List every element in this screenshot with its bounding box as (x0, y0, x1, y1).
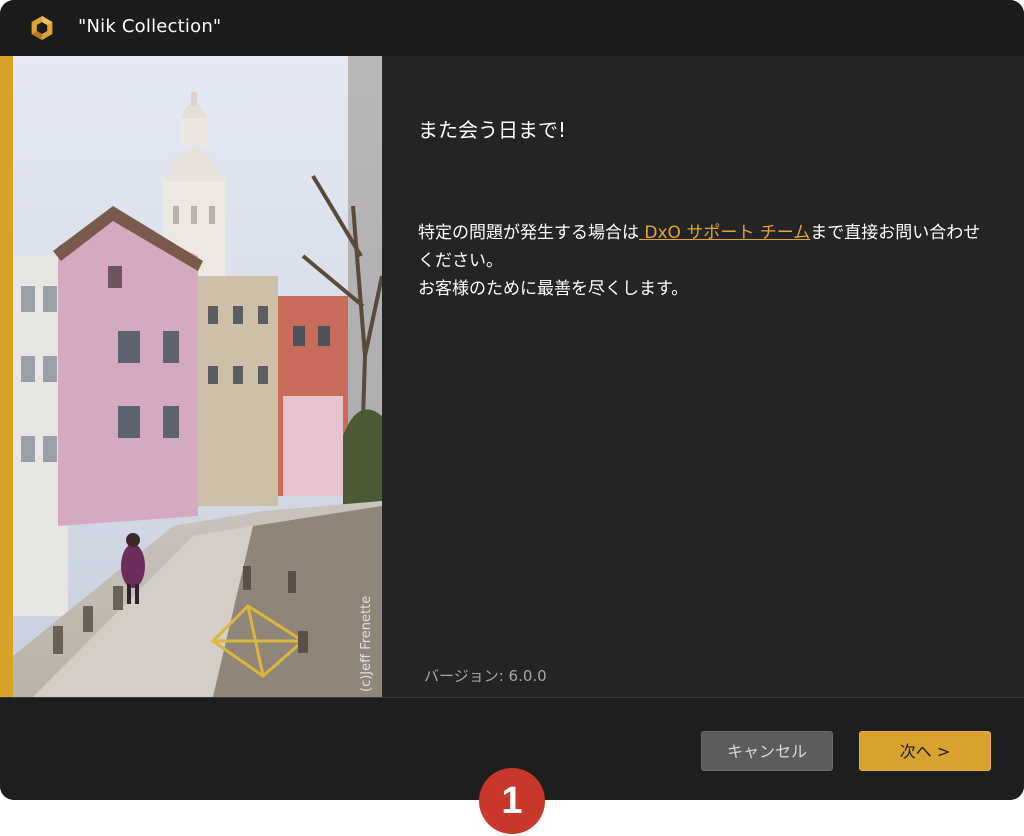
support-message-line1: 特定の問題が発生する場合は DxO サポート チームまで直接お問い合わせください… (418, 219, 988, 275)
farewell-panel: また会う日まで! 特定の問題が発生する場合は DxO サポート チームまで直接お… (382, 56, 1024, 697)
montmartre-street-photo: (c)Jeff Frenette (13, 56, 382, 697)
photo-credit: (c)Jeff Frenette (359, 596, 374, 692)
version-label: バージョン: 6.0.0 (424, 667, 547, 685)
accent-bar (0, 56, 13, 697)
message-before-link: 特定の問題が発生する場合は (418, 223, 639, 243)
window-title: "Nik Collection" (78, 16, 222, 37)
farewell-heading: また会う日まで! (418, 118, 567, 142)
support-message-line2: お客様のために最善を尽くします。 (418, 279, 689, 299)
nik-collection-logo-icon (29, 15, 55, 41)
cancel-button[interactable]: キャンセル (701, 731, 833, 771)
next-button[interactable]: 次へ > (859, 731, 991, 771)
step-number-badge: 1 (479, 768, 545, 834)
dxo-support-link[interactable]: DxO サポート チーム (639, 223, 810, 243)
installer-window: "Nik Collection" (c)Jeff Frenette また会う日ま… (0, 0, 1024, 800)
title-bar[interactable]: "Nik Collection" (0, 0, 1024, 56)
content-area: (c)Jeff Frenette また会う日まで! 特定の問題が発生する場合は … (0, 56, 1024, 697)
support-message: 特定の問題が発生する場合は DxO サポート チームまで直接お問い合わせください… (418, 219, 988, 303)
